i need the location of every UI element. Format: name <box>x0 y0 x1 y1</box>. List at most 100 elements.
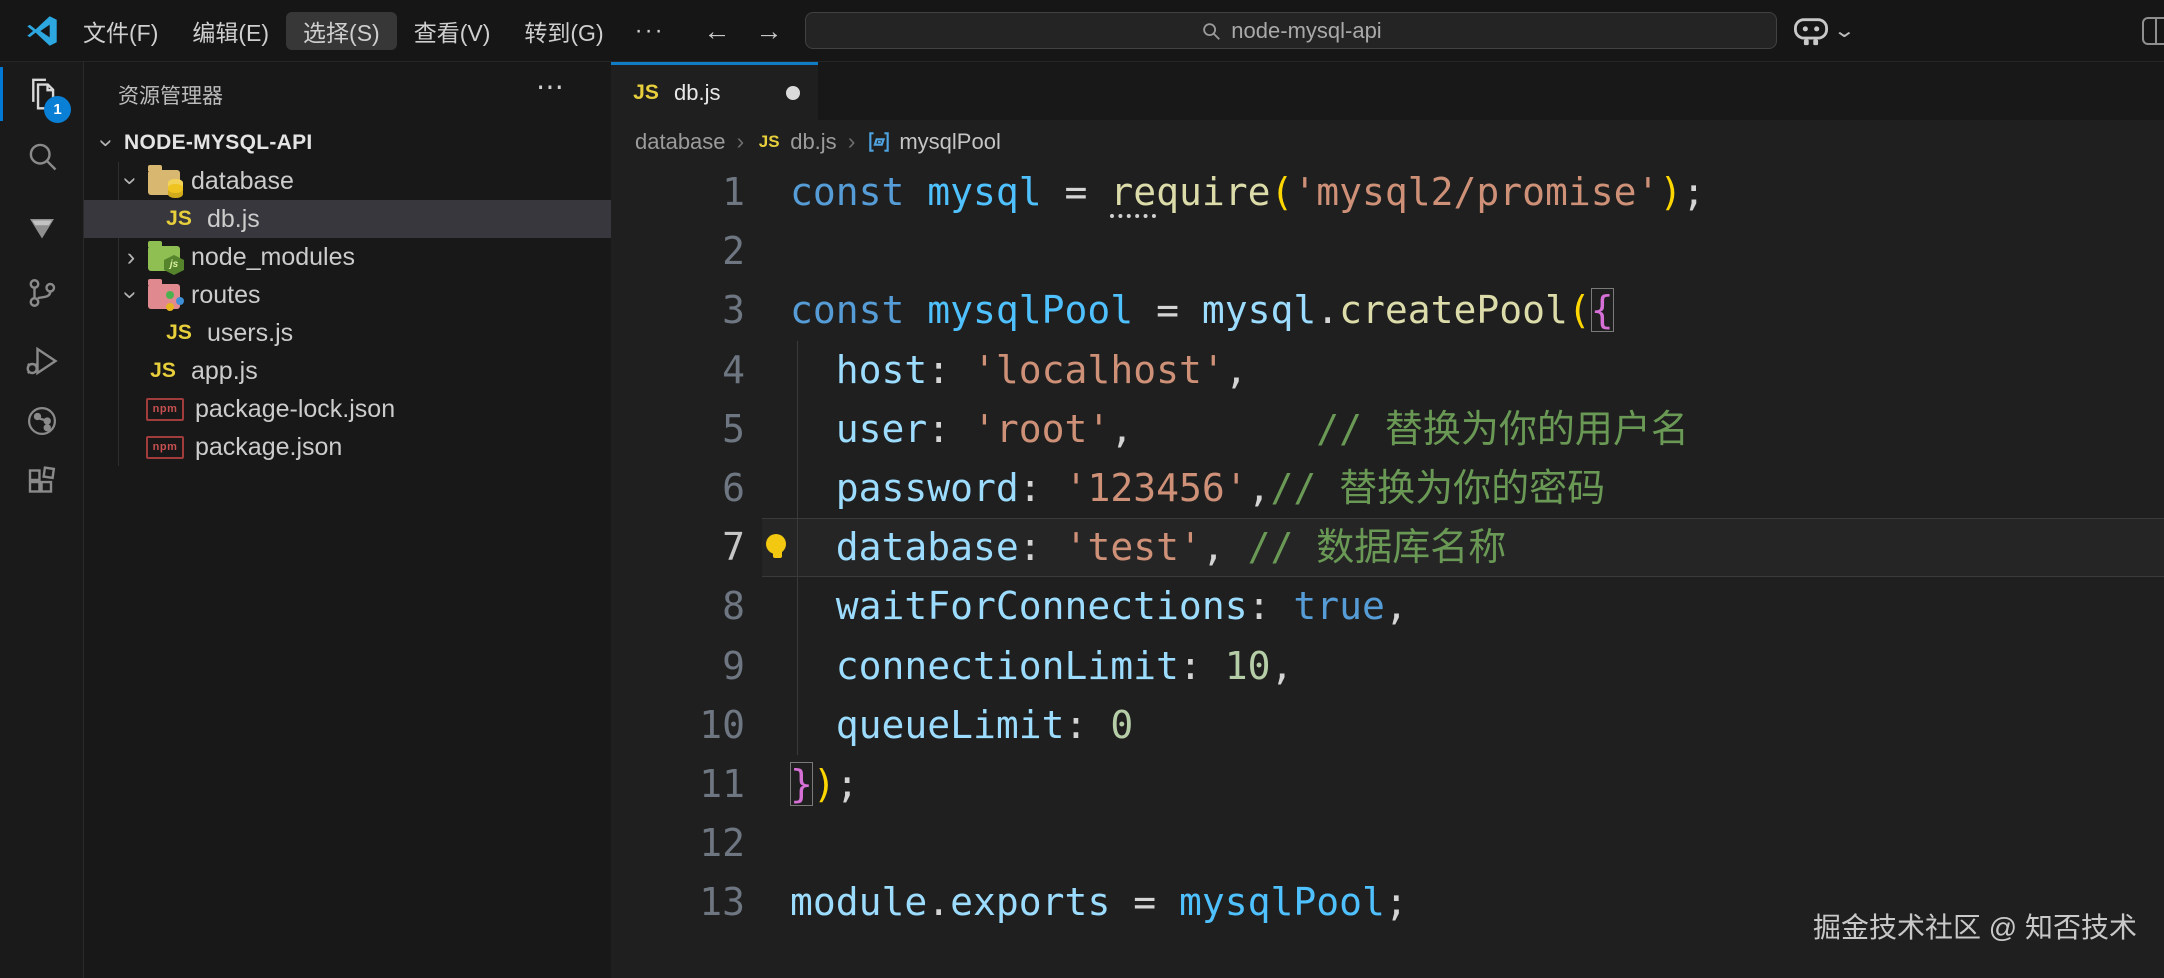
line-number: 7 <box>641 518 745 577</box>
code-line-3: 3const mysqlPool = mysql.createPool({ <box>611 281 2164 341</box>
tree-item-package-lock.json[interactable]: npm package-lock.json <box>84 390 611 428</box>
tree-item-users.js[interactable]: JSusers.js <box>84 314 611 352</box>
vscode-window: 文件(F)编辑(E)选择(S)查看(V)转到(G)··· ← → node-my… <box>0 0 2164 978</box>
sidebar-header: 资源管理器 ⋯ <box>84 62 611 122</box>
line-number: 12 <box>641 814 745 873</box>
menu-item[interactable]: 文件(F) <box>66 12 175 50</box>
modified-dot-icon[interactable] <box>786 86 800 100</box>
tree-item-label: database <box>191 167 294 196</box>
line-number: 2 <box>641 222 745 281</box>
code-line-10: 10 queueLimit: 0 <box>611 696 2164 756</box>
tree-item-node_modules[interactable]: › js node_modules <box>84 238 611 276</box>
code-line-7: 7 database: 'test', // 数据库名称 <box>611 518 2164 578</box>
activity-source-control-icon[interactable] <box>17 268 67 318</box>
menu-item[interactable]: 转到(G) <box>507 12 620 50</box>
file-icon-wrap: JS <box>146 359 180 383</box>
line-number: 9 <box>641 637 745 696</box>
code-text: waitForConnections: true, <box>790 577 1408 636</box>
tree-item-database[interactable]: › database <box>84 162 611 200</box>
menu-more-button[interactable]: ··· <box>621 17 679 45</box>
activity-filter-icon[interactable] <box>17 203 67 253</box>
tab-db-js[interactable]: JS db.js <box>611 62 818 120</box>
vscode-logo-icon <box>26 15 58 47</box>
code-text: host: 'localhost', <box>790 341 1248 400</box>
js-file-icon: JS <box>162 321 196 345</box>
breadcrumb-label: mysqlPool <box>899 129 1000 155</box>
file-icon-wrap <box>148 167 180 195</box>
breadcrumb-item-mysqlPool[interactable]: mysqlPool <box>866 129 1000 155</box>
file-icon-wrap: JS <box>162 207 196 231</box>
line-number: 13 <box>641 873 745 932</box>
code-text: connectionLimit: 10, <box>790 637 1293 696</box>
line-number: 4 <box>641 341 745 400</box>
folder-node-modules-icon: js <box>148 246 180 271</box>
code-line-2: 2 <box>611 222 2164 282</box>
chevron-expanded-icon: › <box>120 170 142 192</box>
search-icon <box>1200 20 1222 42</box>
file-icon-wrap: npm <box>146 436 184 459</box>
explorer-badge: 1 <box>44 96 71 123</box>
root-folder-label: NODE-MYSQL-API <box>124 131 313 155</box>
code-line-1: 1const mysql = require('mysql2/promise')… <box>611 163 2164 223</box>
code-text: const mysql = require('mysql2/promise'); <box>790 163 1705 222</box>
line-number: 5 <box>641 400 745 459</box>
js-file-icon: JS <box>629 81 663 105</box>
activity-extensions-icon[interactable] <box>17 456 67 506</box>
tree-item-app.js[interactable]: JSapp.js <box>84 352 611 390</box>
line-number: 11 <box>641 755 745 814</box>
breadcrumb-separator-icon: › <box>737 128 745 155</box>
breadcrumb-item-database[interactable]: database <box>635 129 726 155</box>
title-bar: 文件(F)编辑(E)选择(S)查看(V)转到(G)··· ← → node-my… <box>0 0 2164 62</box>
command-center-search[interactable]: node-mysql-api <box>805 12 1777 49</box>
menu-item[interactable]: 编辑(E) <box>175 12 286 50</box>
breadcrumb-item-db.js[interactable]: JS db.js <box>755 129 836 155</box>
activity-remote-icon[interactable] <box>17 396 67 446</box>
watermark-text: 掘金技术社区 @ 知否技术 <box>1813 906 2137 946</box>
chevron-expanded-icon: › <box>120 284 142 306</box>
folder-routes-icon <box>148 284 180 309</box>
tab-label: db.js <box>674 80 720 106</box>
line-number: 8 <box>641 577 745 636</box>
code-text: }); <box>790 755 859 814</box>
copilot-icon[interactable] <box>1792 14 1830 48</box>
tree-item-routes[interactable]: ›routes <box>84 276 611 314</box>
breadcrumb-label: db.js <box>790 129 836 155</box>
npm-file-icon: npm <box>146 436 184 459</box>
code-text: user: 'root', // 替换为你的用户名 <box>790 400 1689 459</box>
code-line-6: 6 password: '123456',// 替换为你的密码 <box>611 459 2164 519</box>
menu-item[interactable]: 选择(S) <box>286 12 397 50</box>
tree-item-label: package-lock.json <box>195 395 395 424</box>
tree-item-label: package.json <box>195 433 342 462</box>
menu-item[interactable]: 查看(V) <box>397 12 508 50</box>
js-file-icon: JS <box>755 132 783 152</box>
breadcrumb-label: database <box>635 129 726 155</box>
tree-item-db.js[interactable]: JS db.js <box>84 200 611 238</box>
tree-item-label: node_modules <box>191 243 355 272</box>
sidebar-more-actions[interactable]: ⋯ <box>536 70 565 103</box>
line-number: 3 <box>641 281 745 340</box>
activity-run-debug-icon[interactable] <box>17 336 67 386</box>
nav-back-icon[interactable]: ← <box>700 14 734 48</box>
code-line-12: 12 <box>611 814 2164 874</box>
nav-forward-icon[interactable]: → <box>752 14 786 48</box>
npm-file-icon: npm <box>146 398 184 421</box>
activity-search-icon[interactable] <box>17 131 67 181</box>
code-text: queueLimit: 0 <box>790 696 1133 755</box>
activity-explorer-icon[interactable]: 1 <box>17 69 67 119</box>
tree-item-label: db.js <box>207 205 260 234</box>
chevron-collapsed-icon: › <box>120 246 142 268</box>
file-icon-wrap: npm <box>146 398 184 421</box>
code-text: password: '123456',// 替换为你的密码 <box>790 459 1605 518</box>
folder-database-icon <box>148 170 180 195</box>
chevron-down-icon[interactable]: ⌄ <box>1833 18 1856 43</box>
symbol-variable-icon <box>866 129 892 155</box>
line-number: 10 <box>641 696 745 755</box>
search-value: node-mysql-api <box>1231 18 1381 44</box>
tree-item-package.json[interactable]: npm package.json <box>84 428 611 466</box>
chevron-expanded-icon: › <box>96 132 118 154</box>
file-icon-wrap: JS <box>162 321 196 345</box>
breadcrumb: database›JSdb.js›mysqlPool <box>611 120 2164 163</box>
sidebar-root-folder[interactable]: › NODE-MYSQL-API <box>84 124 611 162</box>
layout-panel-icon[interactable] <box>2142 17 2164 45</box>
code-line-4: 4 host: 'localhost', <box>611 341 2164 401</box>
